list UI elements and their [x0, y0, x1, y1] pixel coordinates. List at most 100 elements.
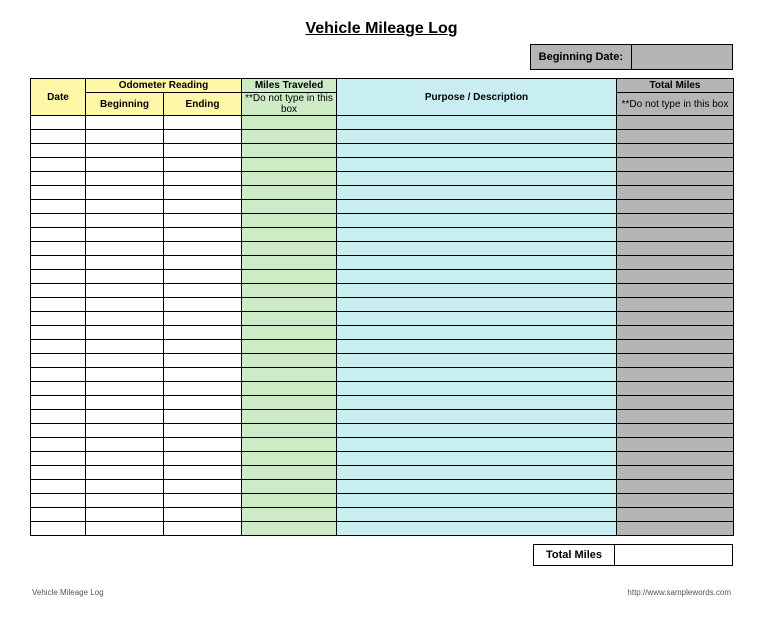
- date-cell[interactable]: [31, 312, 86, 326]
- odometer-beginning-cell[interactable]: [86, 242, 164, 256]
- odometer-beginning-cell[interactable]: [86, 354, 164, 368]
- purpose-cell[interactable]: [337, 382, 617, 396]
- odometer-beginning-cell[interactable]: [86, 312, 164, 326]
- odometer-beginning-cell[interactable]: [86, 452, 164, 466]
- purpose-cell[interactable]: [337, 200, 617, 214]
- purpose-cell[interactable]: [337, 508, 617, 522]
- purpose-cell[interactable]: [337, 340, 617, 354]
- odometer-beginning-cell[interactable]: [86, 200, 164, 214]
- date-cell[interactable]: [31, 368, 86, 382]
- odometer-beginning-cell[interactable]: [86, 382, 164, 396]
- odometer-ending-cell[interactable]: [164, 438, 242, 452]
- odometer-ending-cell[interactable]: [164, 340, 242, 354]
- purpose-cell[interactable]: [337, 130, 617, 144]
- purpose-cell[interactable]: [337, 452, 617, 466]
- odometer-ending-cell[interactable]: [164, 298, 242, 312]
- date-cell[interactable]: [31, 382, 86, 396]
- odometer-ending-cell[interactable]: [164, 284, 242, 298]
- odometer-beginning-cell[interactable]: [86, 228, 164, 242]
- odometer-ending-cell[interactable]: [164, 116, 242, 130]
- odometer-ending-cell[interactable]: [164, 326, 242, 340]
- date-cell[interactable]: [31, 144, 86, 158]
- odometer-beginning-cell[interactable]: [86, 494, 164, 508]
- date-cell[interactable]: [31, 480, 86, 494]
- odometer-ending-cell[interactable]: [164, 522, 242, 536]
- purpose-cell[interactable]: [337, 284, 617, 298]
- odometer-ending-cell[interactable]: [164, 270, 242, 284]
- date-cell[interactable]: [31, 326, 86, 340]
- odometer-beginning-cell[interactable]: [86, 186, 164, 200]
- odometer-ending-cell[interactable]: [164, 144, 242, 158]
- odometer-ending-cell[interactable]: [164, 480, 242, 494]
- odometer-ending-cell[interactable]: [164, 368, 242, 382]
- purpose-cell[interactable]: [337, 116, 617, 130]
- odometer-beginning-cell[interactable]: [86, 130, 164, 144]
- odometer-beginning-cell[interactable]: [86, 368, 164, 382]
- odometer-beginning-cell[interactable]: [86, 158, 164, 172]
- odometer-beginning-cell[interactable]: [86, 522, 164, 536]
- date-cell[interactable]: [31, 396, 86, 410]
- purpose-cell[interactable]: [337, 214, 617, 228]
- odometer-ending-cell[interactable]: [164, 172, 242, 186]
- date-cell[interactable]: [31, 200, 86, 214]
- date-cell[interactable]: [31, 284, 86, 298]
- odometer-ending-cell[interactable]: [164, 256, 242, 270]
- odometer-beginning-cell[interactable]: [86, 284, 164, 298]
- date-cell[interactable]: [31, 452, 86, 466]
- odometer-beginning-cell[interactable]: [86, 116, 164, 130]
- date-cell[interactable]: [31, 494, 86, 508]
- purpose-cell[interactable]: [337, 354, 617, 368]
- odometer-beginning-cell[interactable]: [86, 508, 164, 522]
- odometer-beginning-cell[interactable]: [86, 340, 164, 354]
- odometer-ending-cell[interactable]: [164, 312, 242, 326]
- odometer-beginning-cell[interactable]: [86, 480, 164, 494]
- odometer-ending-cell[interactable]: [164, 410, 242, 424]
- odometer-ending-cell[interactable]: [164, 494, 242, 508]
- date-cell[interactable]: [31, 158, 86, 172]
- odometer-ending-cell[interactable]: [164, 130, 242, 144]
- beginning-date-value[interactable]: [632, 45, 732, 69]
- date-cell[interactable]: [31, 438, 86, 452]
- odometer-ending-cell[interactable]: [164, 396, 242, 410]
- purpose-cell[interactable]: [337, 172, 617, 186]
- odometer-beginning-cell[interactable]: [86, 326, 164, 340]
- date-cell[interactable]: [31, 340, 86, 354]
- purpose-cell[interactable]: [337, 480, 617, 494]
- date-cell[interactable]: [31, 116, 86, 130]
- odometer-ending-cell[interactable]: [164, 508, 242, 522]
- purpose-cell[interactable]: [337, 522, 617, 536]
- date-cell[interactable]: [31, 270, 86, 284]
- date-cell[interactable]: [31, 256, 86, 270]
- purpose-cell[interactable]: [337, 494, 617, 508]
- purpose-cell[interactable]: [337, 466, 617, 480]
- purpose-cell[interactable]: [337, 158, 617, 172]
- odometer-ending-cell[interactable]: [164, 214, 242, 228]
- purpose-cell[interactable]: [337, 410, 617, 424]
- odometer-ending-cell[interactable]: [164, 452, 242, 466]
- purpose-cell[interactable]: [337, 256, 617, 270]
- odometer-ending-cell[interactable]: [164, 382, 242, 396]
- date-cell[interactable]: [31, 228, 86, 242]
- date-cell[interactable]: [31, 298, 86, 312]
- purpose-cell[interactable]: [337, 326, 617, 340]
- date-cell[interactable]: [31, 130, 86, 144]
- purpose-cell[interactable]: [337, 228, 617, 242]
- purpose-cell[interactable]: [337, 368, 617, 382]
- date-cell[interactable]: [31, 172, 86, 186]
- odometer-ending-cell[interactable]: [164, 186, 242, 200]
- odometer-beginning-cell[interactable]: [86, 466, 164, 480]
- odometer-ending-cell[interactable]: [164, 354, 242, 368]
- odometer-ending-cell[interactable]: [164, 466, 242, 480]
- purpose-cell[interactable]: [337, 312, 617, 326]
- date-cell[interactable]: [31, 410, 86, 424]
- odometer-beginning-cell[interactable]: [86, 396, 164, 410]
- purpose-cell[interactable]: [337, 270, 617, 284]
- odometer-beginning-cell[interactable]: [86, 256, 164, 270]
- date-cell[interactable]: [31, 186, 86, 200]
- odometer-ending-cell[interactable]: [164, 158, 242, 172]
- purpose-cell[interactable]: [337, 144, 617, 158]
- odometer-ending-cell[interactable]: [164, 242, 242, 256]
- odometer-beginning-cell[interactable]: [86, 438, 164, 452]
- date-cell[interactable]: [31, 508, 86, 522]
- date-cell[interactable]: [31, 522, 86, 536]
